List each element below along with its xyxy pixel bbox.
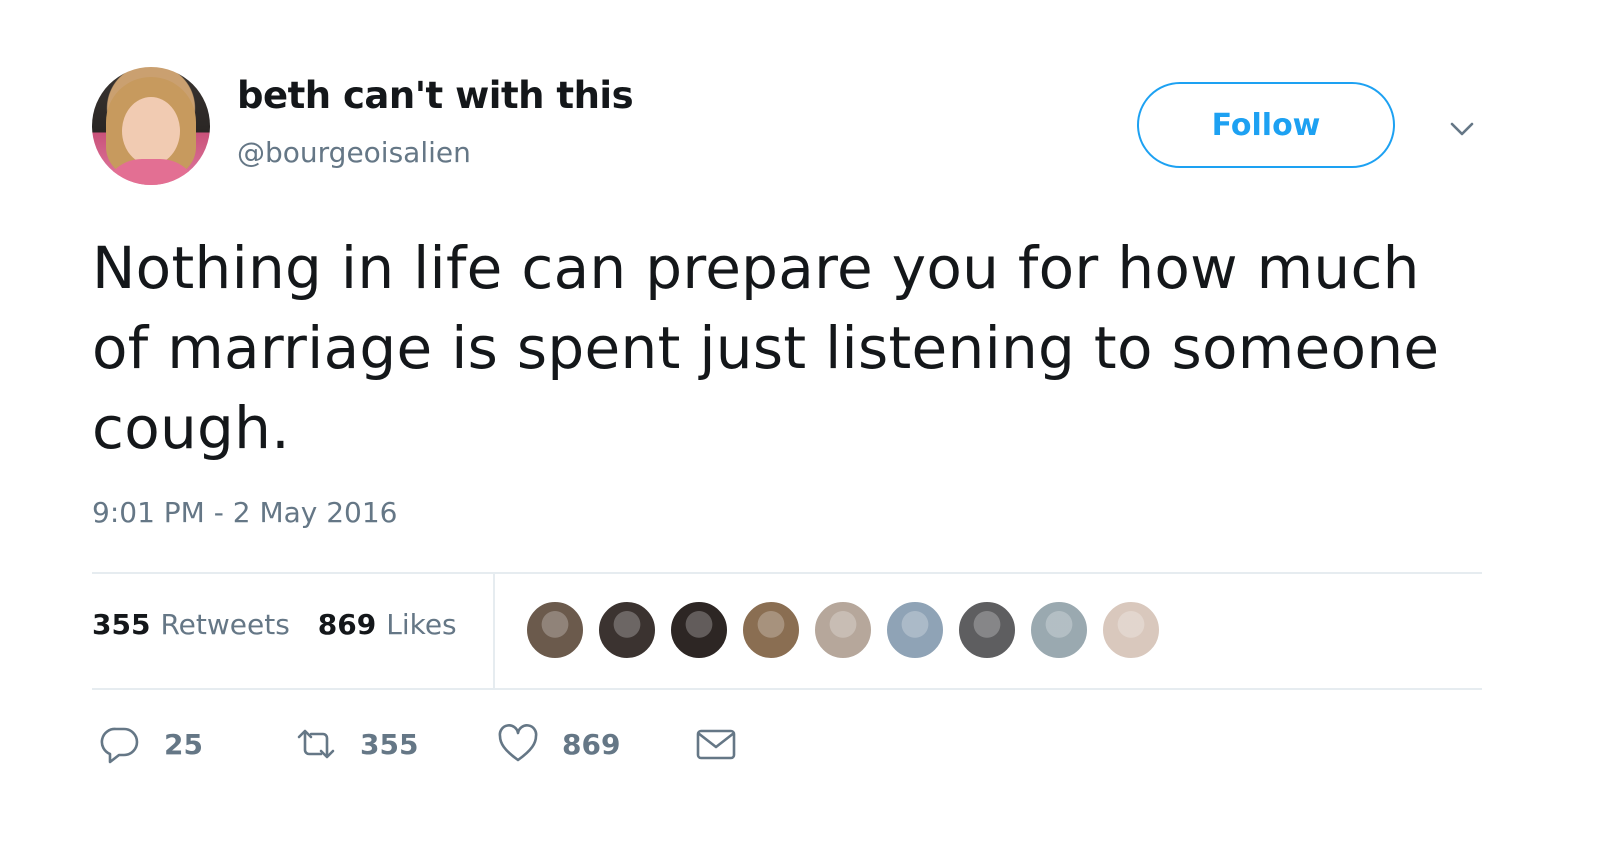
avatar[interactable]: [92, 67, 210, 185]
retweets-stat[interactable]: 355 Retweets: [92, 608, 290, 641]
likes-count: 869: [317, 608, 377, 641]
reply-icon: [100, 727, 139, 764]
liker-avatar-6[interactable]: [885, 600, 945, 660]
retweets-label: Retweets: [160, 608, 290, 641]
tweet-timestamp[interactable]: 9:01 PM - 2 May 2016: [92, 496, 397, 529]
retweet-icon: [297, 729, 335, 759]
liker-avatar-9[interactable]: [1101, 600, 1161, 660]
liker-avatar-3[interactable]: [669, 600, 729, 660]
tweet-stats: 355 Retweets 869 Likes: [92, 608, 457, 641]
retweets-count: 355: [92, 608, 151, 641]
heart-icon: [498, 724, 538, 762]
tweet-text: Nothing in life can prepare you for how …: [92, 234, 1440, 462]
retweet-button[interactable]: 355: [294, 722, 496, 766]
divider-bottom: [92, 688, 1482, 690]
liker-avatar-7[interactable]: [957, 600, 1017, 660]
like-count: 869: [562, 727, 621, 761]
likes-label: Likes: [386, 608, 457, 641]
avatar-face: [122, 97, 180, 165]
envelope-icon: [696, 729, 736, 760]
retweet-count: 355: [360, 727, 419, 761]
liker-avatar-8[interactable]: [1029, 600, 1089, 660]
tweet-actions: 25 355 869: [98, 722, 738, 766]
direct-message-button[interactable]: [694, 722, 738, 766]
divider-top: [92, 572, 1482, 574]
chevron-down-icon[interactable]: [1446, 113, 1478, 145]
reply-button[interactable]: 25: [98, 722, 294, 766]
liker-avatar-1[interactable]: [525, 600, 585, 660]
stats-vertical-divider: [493, 574, 495, 688]
follow-button[interactable]: Follow: [1137, 82, 1395, 168]
like-button[interactable]: 869: [496, 722, 694, 766]
display-name[interactable]: beth can't with this: [237, 74, 634, 117]
liker-avatar-5[interactable]: [813, 600, 873, 660]
liker-avatars: [525, 600, 1161, 660]
reply-count: 25: [164, 727, 203, 761]
liker-avatar-4[interactable]: [741, 600, 801, 660]
user-handle[interactable]: @bourgeoisalien: [237, 136, 471, 169]
likes-stat[interactable]: 869 Likes: [318, 608, 457, 641]
liker-avatar-2[interactable]: [597, 600, 657, 660]
tweet-card: beth can't with this @bourgeoisalien Fol…: [0, 0, 1600, 851]
